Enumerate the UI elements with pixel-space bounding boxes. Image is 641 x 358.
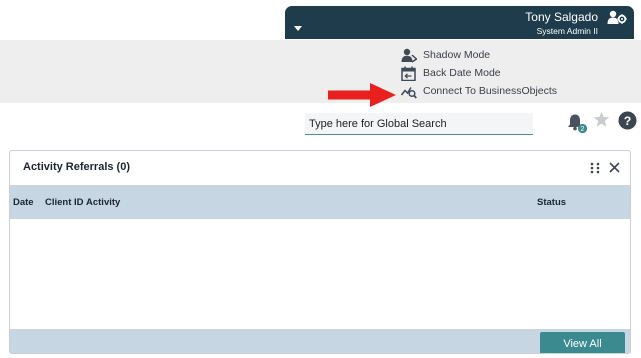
column-header-status[interactable]: Status	[537, 197, 566, 208]
user-settings-icon[interactable]	[607, 10, 627, 25]
calendar-back-icon	[401, 66, 416, 81]
shadow-user-icon	[401, 48, 417, 63]
connect-businessobjects-item[interactable]: Connect To BusinessObjects	[401, 83, 557, 99]
global-search-input[interactable]	[305, 113, 533, 135]
table-body	[10, 219, 630, 329]
column-header-client-id[interactable]: Client ID	[45, 197, 84, 208]
close-icon[interactable]	[609, 162, 620, 173]
user-name: Tony Salgado	[525, 10, 598, 24]
widget-footer	[10, 329, 630, 353]
favorite-star-icon[interactable]	[593, 111, 610, 128]
user-role: System Admin II	[536, 26, 598, 36]
chart-search-icon	[401, 86, 417, 99]
shadow-mode-item[interactable]: Shadow Mode	[401, 47, 490, 63]
help-icon[interactable]: ?	[618, 111, 637, 130]
user-menu-bar[interactable]: Tony Salgado System Admin II	[285, 6, 634, 39]
back-date-mode-item[interactable]: Back Date Mode	[401, 65, 501, 81]
red-arrow-annotation	[328, 83, 396, 107]
notification-bell-icon[interactable]: 2	[566, 112, 588, 134]
column-header-date[interactable]: Date	[13, 197, 34, 208]
activity-referrals-widget: Activity Referrals (0) Date Client ID Ac…	[9, 150, 631, 354]
view-all-button[interactable]: View All	[540, 332, 625, 353]
shadow-mode-label: Shadow Mode	[423, 49, 491, 61]
notification-badge: 2	[581, 126, 585, 133]
drag-handle-icon[interactable]	[590, 162, 600, 174]
svg-text:?: ?	[624, 114, 632, 128]
widget-header: Activity Referrals (0)	[10, 151, 630, 185]
column-header-activity[interactable]: Activity	[86, 197, 120, 208]
back-date-mode-label: Back Date Mode	[423, 67, 501, 79]
chevron-down-icon[interactable]	[294, 26, 302, 31]
connect-businessobjects-label: Connect To BusinessObjects	[423, 85, 558, 97]
widget-title: Activity Referrals (0)	[23, 161, 130, 173]
table-header-row: Date Client ID Activity Status	[10, 185, 630, 219]
